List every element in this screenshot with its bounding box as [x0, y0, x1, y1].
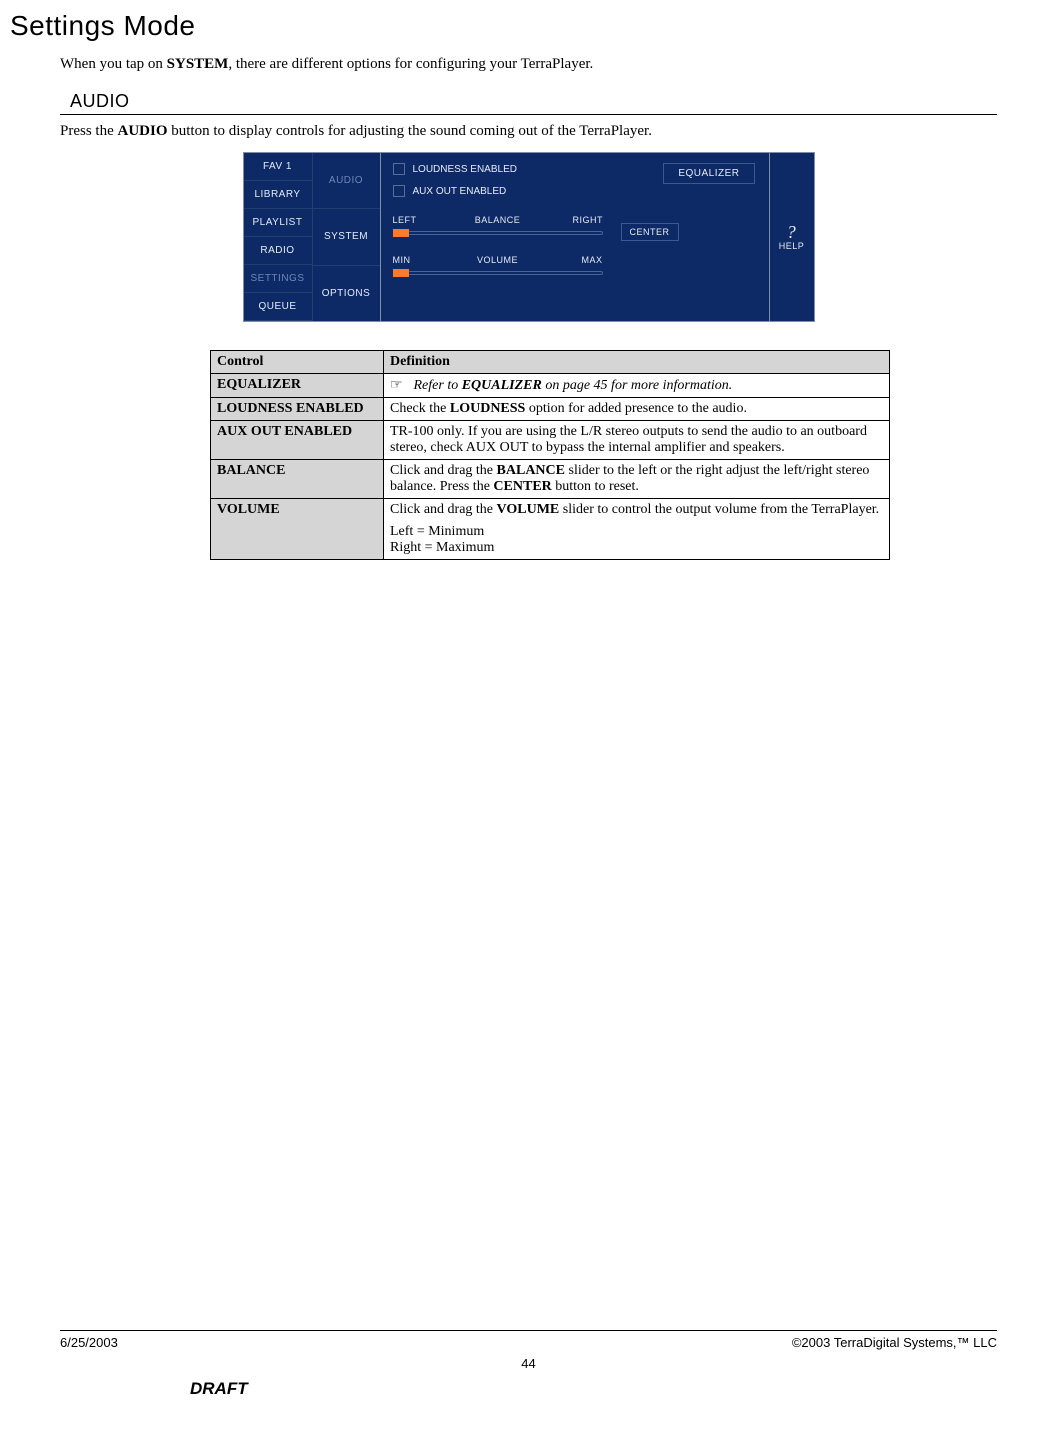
footer-date: 6/25/2003: [60, 1335, 118, 1350]
bal-post: button to reset.: [552, 479, 639, 494]
audio-post: button to display controls for adjusting…: [168, 123, 652, 139]
table-row: EQUALIZER ☞ Refer to EQUALIZER on page 4…: [211, 374, 890, 398]
th-control: Control: [211, 351, 384, 374]
equalizer-button[interactable]: EQUALIZER: [663, 163, 754, 184]
def-aux: TR-100 only. If you are using the L/R st…: [384, 421, 890, 460]
nav-settings[interactable]: SETTINGS: [244, 265, 313, 293]
volume-label: VOLUME: [423, 255, 573, 265]
balance-right-label: RIGHT: [573, 215, 603, 225]
eq-post: on page 45 for more information.: [542, 378, 732, 393]
ctl-aux: AUX OUT ENABLED: [211, 421, 384, 460]
balance-slider[interactable]: [393, 229, 603, 237]
table-row: AUX OUT ENABLED TR-100 only. If you are …: [211, 421, 890, 460]
loud-pre: Check the: [390, 401, 450, 416]
aux-label: AUX OUT ENABLED: [413, 186, 507, 197]
def-balance: Click and drag the BALANCE slider to the…: [384, 460, 890, 499]
nav-library[interactable]: LIBRARY: [244, 181, 313, 209]
device-main: EQUALIZER LOUDNESS ENABLED AUX OUT ENABL…: [381, 153, 769, 321]
loudness-label: LOUDNESS ENABLED: [413, 164, 517, 175]
vol-pre: Click and drag the: [390, 502, 497, 517]
def-volume: Click and drag the VOLUME slider to cont…: [384, 499, 890, 560]
loudness-checkbox[interactable]: [393, 163, 405, 175]
volume-min-label: MIN: [393, 255, 423, 265]
draft-watermark: DRAFT: [190, 1379, 997, 1399]
tab-system[interactable]: SYSTEM: [313, 209, 380, 265]
def-equalizer: ☞ Refer to EQUALIZER on page 45 for more…: [384, 374, 890, 398]
table-row: BALANCE Click and drag the BALANCE slide…: [211, 460, 890, 499]
ctl-equalizer: EQUALIZER: [211, 374, 384, 398]
page-number: 44: [60, 1356, 997, 1371]
vol-l2: Right = Maximum: [390, 540, 883, 556]
tab-audio[interactable]: AUDIO: [313, 153, 380, 209]
ctl-volume: VOLUME: [211, 499, 384, 560]
definitions-table: Control Definition EQUALIZER ☞ Refer to …: [210, 350, 890, 560]
ctl-balance: BALANCE: [211, 460, 384, 499]
help-label: HELP: [779, 241, 805, 251]
nav-queue[interactable]: QUEUE: [244, 293, 313, 321]
help-icon: ?: [787, 223, 797, 241]
def-loudness: Check the LOUDNESS option for added pres…: [384, 398, 890, 421]
balance-label: BALANCE: [423, 215, 573, 225]
help-column[interactable]: ? HELP: [769, 153, 814, 321]
bal-pre: Click and drag the: [390, 463, 497, 478]
audio-bold: AUDIO: [118, 123, 168, 139]
eq-bold: EQUALIZER: [462, 378, 542, 393]
nav-column: FAV 1 LIBRARY PLAYLIST RADIO SETTINGS QU…: [244, 153, 313, 321]
center-button[interactable]: CENTER: [621, 223, 679, 241]
eq-pre: Refer to: [414, 378, 462, 393]
volume-slider[interactable]: [393, 269, 603, 277]
loud-post: option for added presence to the audio.: [525, 401, 747, 416]
balance-left-label: LEFT: [393, 215, 423, 225]
table-row: VOLUME Click and drag the VOLUME slider …: [211, 499, 890, 560]
loud-bold: LOUDNESS: [450, 401, 525, 416]
nav-playlist[interactable]: PLAYLIST: [244, 209, 313, 237]
bal-b2: CENTER: [493, 479, 551, 494]
page-title: Settings Mode: [10, 10, 997, 42]
device-screenshot: FAV 1 LIBRARY PLAYLIST RADIO SETTINGS QU…: [243, 152, 815, 322]
pointer-icon: ☞: [390, 377, 410, 394]
tab-column: AUDIO SYSTEM OPTIONS: [313, 153, 381, 321]
tab-options[interactable]: OPTIONS: [313, 266, 380, 321]
aux-checkbox[interactable]: [393, 185, 405, 197]
vol-mid: slider to control the output volume from…: [559, 502, 879, 517]
footer-copyright: ©2003 TerraDigital Systems,™ LLC: [792, 1335, 997, 1350]
intro-bold: SYSTEM: [167, 56, 229, 72]
audio-pre: Press the: [60, 123, 118, 139]
intro-text: When you tap on SYSTEM, there are differ…: [60, 56, 997, 73]
section-heading-audio: AUDIO: [70, 91, 997, 112]
volume-max-label: MAX: [573, 255, 603, 265]
table-row: LOUDNESS ENABLED Check the LOUDNESS opti…: [211, 398, 890, 421]
page-footer: 6/25/2003 ©2003 TerraDigital Systems,™ L…: [60, 1330, 997, 1399]
intro-post: , there are different options for config…: [228, 56, 593, 72]
bal-b1: BALANCE: [497, 463, 565, 478]
vol-bold: VOLUME: [497, 502, 560, 517]
vol-l1: Left = Minimum: [390, 524, 883, 540]
nav-radio[interactable]: RADIO: [244, 237, 313, 265]
ctl-loudness: LOUDNESS ENABLED: [211, 398, 384, 421]
audio-intro: Press the AUDIO button to display contro…: [60, 123, 997, 140]
intro-pre: When you tap on: [60, 56, 167, 72]
nav-fav1[interactable]: FAV 1: [244, 153, 313, 181]
th-definition: Definition: [384, 351, 890, 374]
